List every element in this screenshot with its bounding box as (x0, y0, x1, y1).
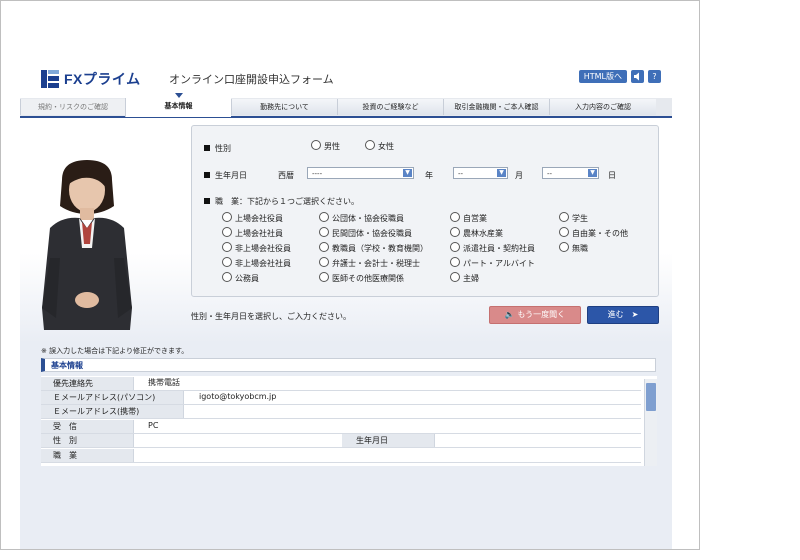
birth-month-select[interactable]: -- ▼ (453, 167, 508, 179)
header-buttons: HTML版へ ? (578, 70, 661, 83)
scrollbar[interactable] (644, 379, 657, 466)
table-row: 職 業 (41, 449, 641, 463)
occupation-option[interactable]: 上場会社役員 (222, 212, 283, 224)
occupation-option[interactable]: 主婦 (450, 272, 479, 284)
html-version-button[interactable]: HTML版へ (578, 70, 627, 83)
radio-icon[interactable] (222, 257, 232, 267)
occupation-option[interactable]: 医師その他医療関係 (319, 272, 404, 284)
chevron-down-icon: ▼ (588, 169, 597, 177)
occupation-option[interactable]: 教職員（学校・教育機関） (319, 242, 428, 254)
section-title: 基本情報 (41, 358, 656, 372)
radio-icon[interactable] (319, 242, 329, 252)
presenter-image (42, 160, 132, 330)
radio-male-icon[interactable] (311, 140, 321, 150)
header: FXプライム オンライン口座開設申込フォーム HTML版へ ? (41, 67, 661, 91)
occupation-option[interactable]: 農林水産業 (450, 227, 503, 239)
occupation-option[interactable]: 弁護士・会計士・税理士 (319, 257, 420, 269)
gender-label-row: 性別 (204, 143, 231, 154)
occupation-option[interactable]: 自営業 (450, 212, 487, 224)
birth-day-select[interactable]: -- ▼ (542, 167, 599, 179)
help-button[interactable]: ? (648, 70, 661, 83)
tab-confirm[interactable]: 入力内容のご確認 (549, 99, 656, 115)
logo-mark-icon (41, 70, 59, 88)
occupation-option[interactable]: 上場会社社員 (222, 227, 283, 239)
table-row: 性 別 生年月日 (41, 434, 641, 448)
main-stage: 性別 男性 女性 生年月日 西暦 ---- ▼ 年 -- ▼ 月 -- ▼ 日 職 業… (20, 118, 672, 343)
logo-text: FXプライム (64, 71, 141, 87)
tab-bank-identity[interactable]: 取引金融機関・ご本人確認 (443, 99, 549, 115)
speaker-icon: 🔈 (504, 310, 518, 319)
summary-area: ※ 誤入力した場合は下記より修正ができます。 基本情報 優先連絡先 携帯電話 Ｅ… (20, 343, 672, 549)
summary-table: 優先連絡先 携帯電話 Ｅメールアドレス(パソコン) igoto@tokyobcm… (41, 376, 657, 466)
radio-icon[interactable] (450, 242, 460, 252)
radio-icon[interactable] (559, 242, 569, 252)
tab-basic-info[interactable]: 基本情報 (125, 93, 231, 117)
radio-male[interactable]: 男性 (311, 140, 340, 152)
radio-icon[interactable] (319, 272, 329, 282)
occupation-option[interactable]: 民間団体・協会役職員 (319, 227, 412, 239)
radio-icon[interactable] (222, 227, 232, 237)
form-title: オンライン口座開設申込フォーム (169, 73, 334, 86)
occupation-option[interactable]: 非上場会社社員 (222, 257, 291, 269)
occupation-option[interactable]: 無職 (559, 242, 588, 254)
occupation-option[interactable]: 自由業・その他 (559, 227, 628, 239)
month-unit: 月 (515, 171, 523, 180)
table-row: 優先連絡先 携帯電話 (41, 377, 641, 391)
radio-icon[interactable] (222, 242, 232, 252)
occupation-option[interactable]: 非上場会社役員 (222, 242, 291, 254)
scrollbar-thumb[interactable] (646, 383, 656, 411)
radio-icon[interactable] (319, 257, 329, 267)
radio-icon[interactable] (319, 227, 329, 237)
radio-icon[interactable] (450, 212, 460, 222)
birth-year-select[interactable]: ---- ▼ (307, 167, 414, 179)
tab-investment-experience[interactable]: 投資のご経験など (337, 99, 443, 115)
radio-icon[interactable] (450, 227, 460, 237)
occupation-option[interactable]: 公務員 (222, 272, 259, 284)
radio-icon[interactable] (450, 257, 460, 267)
instruction-text: 性別・生年月日を選択し、ご入力ください。 (191, 312, 351, 321)
radio-icon[interactable] (222, 272, 232, 282)
radio-female[interactable]: 女性 (365, 140, 394, 152)
radio-icon[interactable] (559, 212, 569, 222)
occupation-option[interactable]: 学生 (559, 212, 588, 224)
occupation-option[interactable]: 公団体・協会役職員 (319, 212, 404, 224)
occupation-option[interactable]: 派遣社員・契約社員 (450, 242, 535, 254)
replay-button[interactable]: 🔈 もう一度聞く (489, 306, 581, 324)
table-row: 受 信 PC (41, 420, 641, 434)
era-label: 西暦 (278, 171, 294, 180)
birth-label-row: 生年月日 (204, 170, 247, 181)
radio-icon[interactable] (319, 212, 329, 222)
tab-terms[interactable]: 規約・リスクのご確認 (20, 99, 125, 115)
speaker-icon[interactable] (631, 70, 644, 83)
tab-employer[interactable]: 勤務先について (231, 99, 337, 115)
chevron-down-icon: ▼ (403, 169, 412, 177)
next-button[interactable]: 進む ➤ (587, 306, 659, 324)
radio-icon[interactable] (559, 227, 569, 237)
radio-icon[interactable] (222, 212, 232, 222)
chevron-down-icon: ▼ (497, 169, 506, 177)
table-row: Ｅメールアドレス(パソコン) igoto@tokyobcm.jp (41, 391, 641, 405)
radio-female-icon[interactable] (365, 140, 375, 150)
arrow-right-icon: ➤ (623, 310, 639, 319)
app-window: FXプライム オンライン口座開設申込フォーム HTML版へ ? 規約・リスクのご… (0, 0, 700, 550)
year-unit: 年 (425, 171, 433, 180)
logo: FXプライム (41, 69, 161, 89)
radio-icon[interactable] (450, 272, 460, 282)
edit-note: ※ 誤入力した場合は下記より修正ができます。 (41, 347, 189, 355)
table-row: Ｅメールアドレス(携帯) (41, 405, 641, 419)
input-panel: 性別 男性 女性 生年月日 西暦 ---- ▼ 年 -- ▼ 月 -- ▼ 日 職 業… (191, 125, 659, 297)
occupation-option[interactable]: パート・アルバイト (450, 257, 535, 269)
step-tabs: 規約・リスクのご確認 基本情報 勤務先について 投資のご経験など 取引金融機関・… (20, 93, 672, 118)
day-unit: 日 (608, 171, 616, 180)
occupation-label-row: 職 業：下記から１つご選択ください。 (204, 196, 359, 207)
